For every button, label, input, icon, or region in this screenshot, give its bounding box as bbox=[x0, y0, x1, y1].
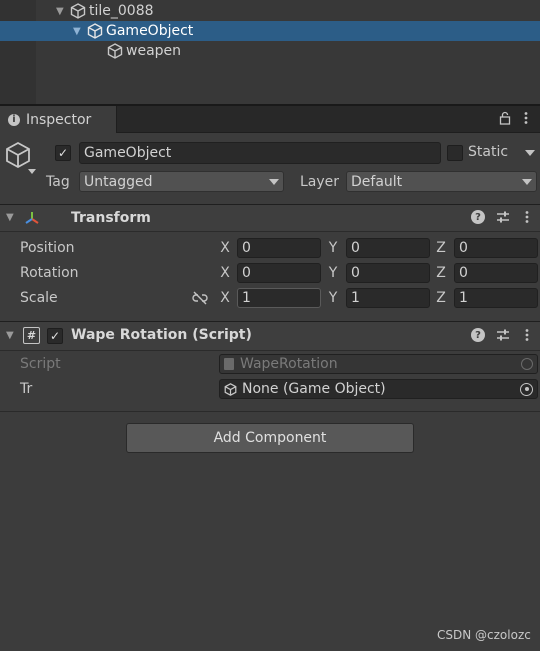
layer-label: Layer bbox=[300, 174, 340, 190]
foldout-triangle-icon[interactable]: ▼ bbox=[6, 330, 20, 341]
gameobject-large-icon[interactable] bbox=[4, 141, 32, 171]
help-icon[interactable]: ? bbox=[471, 328, 485, 342]
expand-triangle-icon[interactable]: ▼ bbox=[73, 26, 87, 37]
chevron-down-icon bbox=[269, 178, 279, 185]
active-checkbox[interactable]: ✓ bbox=[55, 145, 71, 161]
axis-z-label[interactable]: Z bbox=[434, 240, 448, 256]
script-value: WapeRotation bbox=[240, 356, 338, 372]
object-picker-icon[interactable] bbox=[520, 382, 533, 396]
static-dropdown-caret[interactable] bbox=[525, 150, 535, 156]
scale-y-input[interactable]: 1 bbox=[346, 288, 430, 308]
scale-label: Scale bbox=[20, 290, 58, 306]
icon-dropdown-caret[interactable] bbox=[28, 169, 36, 174]
foldout-triangle-icon[interactable]: ▼ bbox=[6, 212, 20, 223]
tr-value: None (Game Object) bbox=[242, 381, 386, 397]
info-icon: i bbox=[8, 113, 20, 126]
axis-x-label[interactable]: X bbox=[218, 265, 232, 281]
transform-axes-icon bbox=[25, 212, 39, 224]
axis-x-label[interactable]: X bbox=[218, 240, 232, 256]
component-enabled-checkbox[interactable]: ✓ bbox=[47, 328, 63, 344]
layer-value: Default bbox=[351, 173, 403, 190]
gameobject-cube-icon bbox=[87, 23, 103, 39]
static-checkbox[interactable] bbox=[447, 145, 463, 161]
axis-y-label[interactable]: Y bbox=[326, 290, 340, 306]
script-label: Script bbox=[20, 356, 61, 372]
scale-x-input[interactable]: 1 bbox=[237, 288, 321, 308]
rotation-x-input[interactable]: 0 bbox=[237, 263, 321, 283]
tag-value: Untagged bbox=[84, 173, 153, 190]
object-picker-icon bbox=[521, 358, 533, 370]
watermark-text: CSDN @czolozc bbox=[437, 628, 531, 642]
hierarchy-item-tile[interactable]: ▼ tile_0088 bbox=[36, 1, 540, 21]
axis-y-label[interactable]: Y bbox=[326, 240, 340, 256]
position-y-input[interactable]: 0 bbox=[346, 238, 430, 258]
hierarchy-item-weapen[interactable]: weapen bbox=[36, 41, 540, 61]
kebab-menu-icon[interactable] bbox=[522, 111, 530, 125]
rotation-label: Rotation bbox=[20, 265, 79, 281]
presets-sliders-icon[interactable] bbox=[496, 210, 510, 224]
presets-sliders-icon[interactable] bbox=[496, 328, 510, 342]
hierarchy-item-label: weapen bbox=[126, 43, 182, 59]
script-object-field: WapeRotation bbox=[219, 354, 538, 374]
component-divider bbox=[0, 411, 540, 412]
help-icon[interactable]: ? bbox=[471, 210, 485, 224]
expand-triangle-icon[interactable]: ▼ bbox=[56, 6, 70, 17]
transform-title: Transform bbox=[71, 210, 151, 226]
tr-label: Tr bbox=[20, 381, 33, 397]
static-label: Static bbox=[468, 144, 509, 160]
object-name-input[interactable]: GameObject bbox=[79, 142, 441, 164]
layer-dropdown[interactable]: Default bbox=[346, 171, 537, 192]
axis-z-label[interactable]: Z bbox=[434, 265, 448, 281]
tr-object-field[interactable]: None (Game Object) bbox=[219, 379, 538, 399]
kebab-menu-icon[interactable] bbox=[523, 328, 531, 342]
hierarchy-item-label: tile_0088 bbox=[89, 3, 154, 19]
hierarchy-gutter bbox=[0, 0, 36, 104]
add-component-button[interactable]: Add Component bbox=[126, 423, 414, 453]
kebab-menu-icon[interactable] bbox=[523, 210, 531, 224]
position-z-input[interactable]: 0 bbox=[454, 238, 538, 258]
rotation-y-input[interactable]: 0 bbox=[346, 263, 430, 283]
tag-dropdown[interactable]: Untagged bbox=[79, 171, 284, 192]
scale-z-input[interactable]: 1 bbox=[454, 288, 538, 308]
axis-x-label[interactable]: X bbox=[218, 290, 232, 306]
lock-icon[interactable] bbox=[499, 111, 511, 125]
axis-y-label[interactable]: Y bbox=[326, 265, 340, 281]
tab-inspector[interactable]: i Inspector bbox=[0, 106, 117, 133]
gameobject-cube-icon bbox=[70, 3, 86, 19]
chevron-down-icon bbox=[522, 178, 532, 185]
hierarchy-item-gameobject[interactable]: ▼ GameObject bbox=[0, 21, 540, 41]
tab-label: Inspector bbox=[26, 111, 92, 128]
position-label: Position bbox=[20, 240, 75, 256]
hierarchy-item-label: GameObject bbox=[106, 23, 194, 39]
position-x-input[interactable]: 0 bbox=[237, 238, 321, 258]
csharp-script-icon: # bbox=[23, 327, 40, 344]
unlink-scale-icon[interactable] bbox=[192, 291, 208, 305]
gameobject-cube-icon bbox=[107, 43, 123, 59]
gameobject-cube-icon bbox=[224, 382, 237, 396]
tag-label: Tag bbox=[46, 174, 70, 190]
rotation-z-input[interactable]: 0 bbox=[454, 263, 538, 283]
script-file-icon bbox=[224, 358, 234, 370]
axis-z-label[interactable]: Z bbox=[434, 290, 448, 306]
script-component-title: Wape Rotation (Script) bbox=[71, 327, 252, 343]
